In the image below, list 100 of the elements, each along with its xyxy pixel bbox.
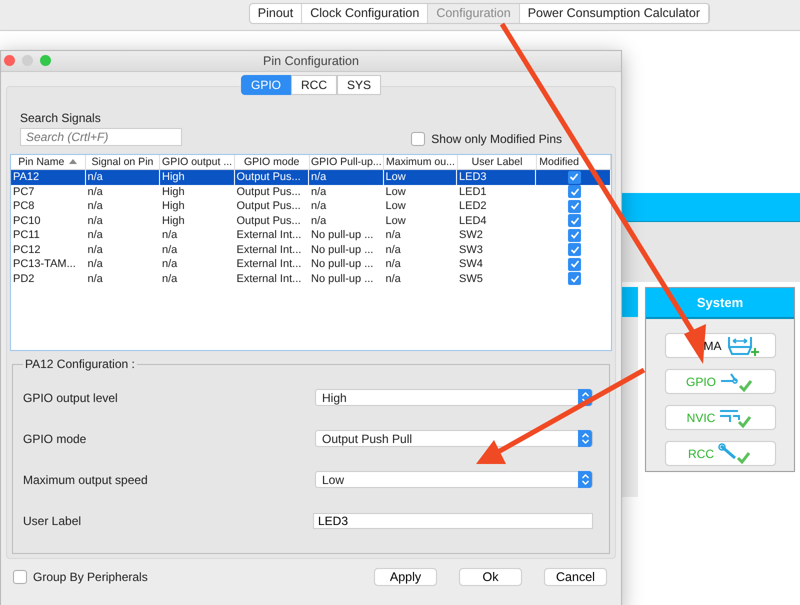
column-header[interactable]: GPIO output ...	[160, 155, 235, 169]
field-label: Maximum output speed	[23, 472, 148, 486]
tab[interactable]: SYS	[337, 75, 382, 95]
table-cell-text: n/a	[86, 184, 104, 199]
field-label: GPIO output level	[23, 390, 118, 404]
wrench-icon	[718, 442, 752, 464]
table-cell-text: PC13-TAM...	[12, 257, 77, 272]
close-icon[interactable]	[4, 55, 15, 66]
table-cell: Output Pus...	[234, 170, 309, 184]
dialog-button[interactable]: Ok	[459, 568, 522, 586]
dialog-button[interactable]: Cancel	[544, 568, 607, 586]
table-row[interactable]: PC13-TAM... n/a n/a External Int... No pull-up ... n/a SW4	[11, 257, 611, 272]
table-cell-text: SW2	[458, 228, 484, 242]
search-label: Search Signals	[20, 111, 102, 125]
table-cell-text: n/a	[86, 228, 104, 242]
table-row[interactable]: PD2 n/a n/a External Int... No pull-up ... n/a SW5	[11, 272, 611, 286]
table-cell-text: Low	[384, 184, 407, 199]
table-cell-text: Output Pus...	[236, 184, 302, 199]
table-cell-text: n/a	[384, 242, 402, 257]
table-cell-text: PC11	[12, 228, 41, 242]
view-tab[interactable]: Power Consumption Calculator	[520, 4, 709, 23]
window-title: Pin Configuration	[263, 54, 359, 68]
column-header[interactable]: GPIO Pull-up...	[310, 155, 384, 169]
table-cell: n/a	[309, 170, 384, 184]
table-cell-text: LED1	[458, 184, 488, 199]
checkbox[interactable]	[568, 214, 582, 228]
dropdown[interactable]: Low	[315, 471, 593, 488]
checkbox[interactable]	[568, 170, 581, 184]
table-cell-text: n/a	[86, 242, 104, 257]
table-cell-text: No pull-up ...	[310, 257, 374, 272]
zoom-icon[interactable]	[40, 55, 51, 66]
field-label: GPIO mode	[23, 432, 86, 446]
table-cell-text: High	[161, 199, 186, 214]
table-row[interactable]: PC10 n/a High Output Pus... n/a Low LED4	[11, 214, 611, 228]
table-cell-text: n/a	[310, 199, 328, 214]
column-header[interactable]: Maximum ou...	[384, 155, 458, 169]
table-cell-text: External Int...	[236, 272, 302, 286]
tab[interactable]: RCC	[291, 75, 337, 95]
table-cell-text: Low	[384, 199, 407, 214]
column-title: System	[646, 288, 794, 319]
table-cell-text: PC10	[12, 214, 42, 228]
table-cell-text: n/a	[161, 228, 178, 242]
table-cell: High	[160, 170, 234, 184]
table-cell: PA12	[11, 170, 86, 184]
table-cell-text: LED4	[458, 214, 488, 228]
table-cell-text: PD2	[12, 272, 36, 286]
table-cell-text: n/a	[86, 214, 104, 228]
text-field[interactable]: LED3	[313, 512, 593, 528]
table-row[interactable]: PC11 n/a n/a External Int... No pull-up ... n/a SW2	[11, 228, 611, 242]
table-cell-text: n/a	[86, 257, 104, 272]
checkbox[interactable]	[568, 243, 582, 256]
column-header[interactable]: Pin Name	[11, 155, 86, 169]
column-header[interactable]: User Label	[458, 155, 538, 169]
checkbox-label: Group By Peripherals	[33, 570, 148, 584]
table-row[interactable]: PA12 n/a High Output Pus... n/a Low LED3	[11, 170, 611, 184]
table-cell-text: External Int...	[236, 228, 302, 242]
checkbox[interactable]	[568, 200, 582, 213]
table-cell-text: PC12	[12, 242, 42, 257]
table-row[interactable]: PC8 n/a High Output Pus... n/a Low LED2	[11, 199, 611, 214]
table-cell-text: Output Pus...	[236, 199, 302, 214]
table-cell-text: n/a	[384, 257, 402, 272]
dialog-button[interactable]: Apply	[374, 568, 437, 586]
table-cell-text: n/a	[384, 228, 402, 242]
table-cell-text: No pull-up ...	[310, 228, 374, 242]
search-field[interactable]: Search (Crtl+F)	[20, 128, 182, 146]
dropdown-arrows-icon	[578, 430, 592, 447]
table-cell-text: Low	[384, 214, 407, 228]
table-cell-text: LED2	[458, 199, 488, 214]
checkbox[interactable]	[568, 228, 582, 242]
table-cell: Low	[384, 170, 458, 184]
column-header[interactable]: Modified	[537, 155, 611, 169]
transfer-icon	[726, 334, 760, 356]
checkbox[interactable]	[568, 272, 582, 286]
table-cell-text: SW5	[458, 272, 484, 286]
table-row[interactable]: PC12 n/a n/a External Int... No pull-up ... n/a SW3	[11, 242, 611, 257]
table-cell-text: PC7	[12, 184, 36, 199]
dropdown[interactable]: Output Push Pull	[315, 430, 593, 447]
table-row[interactable]: PC7 n/a High Output Pus... n/a Low LED1	[11, 184, 611, 199]
table-cell-text: n/a	[86, 272, 104, 286]
checkbox[interactable]	[568, 185, 582, 198]
table-cell: n/a	[86, 170, 160, 184]
table-cell-text: High	[161, 214, 186, 228]
table-cell-text: Output Pus...	[236, 214, 302, 228]
dropdown[interactable]: High	[315, 389, 593, 406]
field-label: User Label	[23, 514, 82, 528]
switch-icon	[720, 370, 754, 392]
column-header[interactable]: Signal on Pin	[86, 155, 160, 169]
table-cell-text: External Int...	[236, 257, 302, 272]
checkbox-label: Show only Modified Pins	[431, 132, 562, 146]
checkbox[interactable]	[568, 258, 582, 271]
table-cell-text: n/a	[310, 184, 328, 199]
table-cell: LED3	[457, 170, 536, 184]
table-cell-text: n/a	[161, 272, 178, 286]
table-cell-text: n/a	[86, 199, 104, 214]
table-cell-text: SW4	[458, 257, 484, 272]
table-cell-text: n/a	[310, 214, 328, 228]
checkbox[interactable]	[13, 570, 27, 584]
column-header[interactable]: GPIO mode	[234, 155, 310, 169]
checkbox[interactable]	[411, 132, 426, 146]
view-tab[interactable]: Pinout	[250, 4, 302, 23]
